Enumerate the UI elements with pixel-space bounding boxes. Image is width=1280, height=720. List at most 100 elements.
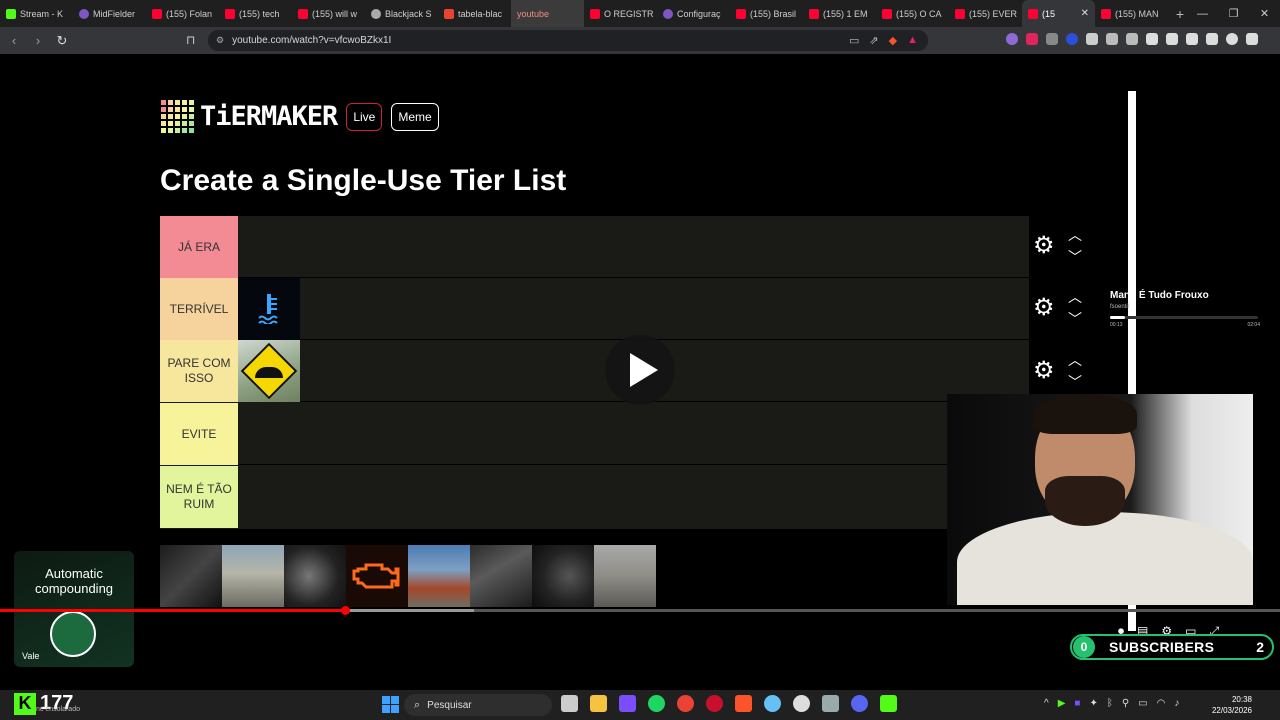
task-view-icon[interactable] (561, 695, 578, 712)
chevron-up-icon[interactable]: ︿ (1068, 228, 1082, 242)
tier-label[interactable]: EVITE (160, 403, 238, 465)
gear-shift-tile[interactable] (160, 545, 222, 607)
gear-icon[interactable]: ⚙ (1033, 359, 1057, 383)
back-arrow-icon[interactable]: ‹ (4, 33, 24, 48)
app-icon[interactable] (822, 695, 839, 712)
dashboard-gauge-tile[interactable] (532, 545, 594, 607)
tier-items[interactable] (238, 216, 1029, 277)
tray-app-icon[interactable]: ✦ (1089, 698, 1097, 709)
obs-icon[interactable] (793, 695, 810, 712)
browser-tab[interactable]: MidFielder (73, 0, 146, 27)
brave-icon[interactable] (735, 695, 752, 712)
close-window-button[interactable]: ✕ (1249, 0, 1280, 27)
minimize-button[interactable]: — (1187, 0, 1218, 27)
browser-tab[interactable]: (155) Folan (146, 0, 219, 27)
browser-tab[interactable]: Blackjack S (365, 0, 438, 27)
browser-tab[interactable]: (155) Brasil (730, 0, 803, 27)
live-button[interactable]: Live (346, 102, 383, 131)
extension-icon[interactable] (1026, 33, 1038, 45)
browser-tab[interactable]: (155) 1 EM (803, 0, 876, 27)
taskbar-search-input[interactable]: ⌕ Pesquisar (404, 694, 552, 716)
extension-icon[interactable] (1066, 33, 1078, 45)
tier-items[interactable] (238, 278, 1029, 340)
tiermaker-logo-text[interactable]: TiERMAKER (200, 101, 338, 132)
leo-ai-icon[interactable] (1206, 33, 1218, 45)
windows-start-icon[interactable] (382, 696, 399, 713)
tray-app-icon[interactable]: ▶ (1058, 698, 1066, 709)
browser-tab[interactable]: (155) MAN (1095, 0, 1168, 27)
chrome-icon[interactable] (677, 695, 694, 712)
scrubber-handle[interactable] (341, 606, 350, 615)
tier-label[interactable]: JÁ ERA (160, 216, 238, 278)
volume-icon[interactable]: ♪ (1174, 698, 1179, 709)
gear-icon[interactable]: ⚙ (1033, 234, 1057, 258)
steam-icon[interactable] (764, 695, 781, 712)
menu-icon[interactable] (1246, 33, 1258, 45)
parking-lot-tile[interactable] (222, 545, 284, 607)
tier-items[interactable] (238, 466, 1029, 528)
gear-icon[interactable]: ⚙ (1033, 296, 1057, 320)
browser-tab[interactable]: Configuraç (657, 0, 730, 27)
video-frame[interactable]: TiERMAKER Live Meme Create a Single-Use … (0, 54, 1280, 690)
extension-icon[interactable] (1086, 33, 1098, 45)
file-explorer-icon[interactable] (590, 695, 607, 712)
app-grid-icon[interactable] (619, 695, 636, 712)
tray-app-icon[interactable]: ■ (1074, 698, 1080, 709)
browser-tab[interactable]: (155) EVER (949, 0, 1022, 27)
extension-icon[interactable] (1046, 33, 1058, 45)
share-icon[interactable]: ⇗ (869, 34, 878, 47)
cast-icon[interactable]: ▭ (849, 34, 859, 47)
browser-tab[interactable]: (155) O CA (876, 0, 949, 27)
automatic-shifter-tile[interactable] (470, 545, 532, 607)
chevron-down-icon[interactable]: ﹀ (1068, 250, 1082, 264)
play-button[interactable] (605, 335, 675, 405)
bookmark-icon[interactable]: ⊓ (186, 33, 195, 47)
display-icon[interactable]: ▭ (1138, 698, 1147, 709)
bluetooth-icon[interactable]: ᛒ (1107, 698, 1113, 709)
browser-tab[interactable]: Stream - K (0, 0, 73, 27)
video-progress-bar[interactable] (0, 606, 1280, 615)
extension-icon[interactable] (1126, 33, 1138, 45)
tier-label[interactable]: TERRÍVEL (160, 278, 238, 340)
url-field[interactable]: ⚙ youtube.com/watch?v=vfcwoBZkx1I ▭ ⇗ ◆ … (208, 30, 928, 51)
opera-icon[interactable] (706, 695, 723, 712)
meme-button[interactable]: Meme (391, 102, 439, 131)
taskbar-clock[interactable]: 20:38 22/03/2026 (1212, 694, 1252, 716)
puzzle-icon[interactable] (1106, 33, 1118, 45)
extension-icon[interactable] (1006, 33, 1018, 45)
tier-items[interactable] (238, 403, 1029, 464)
chevron-up-icon[interactable]: ^ (1044, 698, 1049, 709)
media-control-icon[interactable] (1146, 33, 1158, 45)
browser-tab[interactable]: (155) will w (292, 0, 365, 27)
wifi-icon[interactable]: ◠ (1157, 698, 1166, 709)
close-tab-icon[interactable]: ✕ (1081, 8, 1089, 19)
chevron-up-icon[interactable]: ︿ (1068, 353, 1082, 367)
chevron-down-icon[interactable]: ﹀ (1068, 312, 1082, 326)
brave-rewards-icon[interactable]: ▲ (907, 34, 918, 47)
browser-tab-active[interactable]: (15 ✕ (1022, 0, 1095, 27)
maximize-button[interactable]: ❐ (1218, 0, 1249, 27)
kick-widget[interactable]: K 177 nc ensolarado (14, 692, 80, 715)
browser-tab[interactable]: O REGISTR (584, 0, 657, 27)
check-engine-light-tile[interactable] (346, 545, 408, 607)
vpn-icon[interactable] (1226, 33, 1238, 45)
gear-knob-tile[interactable] (284, 545, 346, 607)
tier-label[interactable]: PARE COM ISSO (160, 340, 238, 402)
brave-shield-icon[interactable]: ◆ (889, 34, 897, 47)
reload-icon[interactable]: ↻ (52, 33, 72, 49)
chevron-down-icon[interactable]: ﹀ (1068, 375, 1082, 389)
browser-tab-group-youtube[interactable]: youtube (511, 0, 584, 27)
tiermaker-logo-icon[interactable] (161, 100, 194, 133)
browser-tab[interactable]: tabela-blac (438, 0, 511, 27)
kick-app-icon[interactable] (880, 695, 897, 712)
sidebar-icon[interactable] (1166, 33, 1178, 45)
site-info-icon[interactable]: ⚙ (216, 35, 224, 46)
microphone-icon[interactable]: ⚲ (1122, 698, 1129, 709)
pothole-tile[interactable] (594, 545, 656, 607)
forward-arrow-icon[interactable]: › (28, 33, 48, 48)
spotify-icon[interactable] (648, 695, 665, 712)
chevron-up-icon[interactable]: ︿ (1068, 290, 1082, 304)
coolant-temperature-warning-tile[interactable] (238, 278, 300, 340)
speed-bump-sign-tile[interactable] (238, 340, 300, 402)
discord-icon[interactable] (851, 695, 868, 712)
